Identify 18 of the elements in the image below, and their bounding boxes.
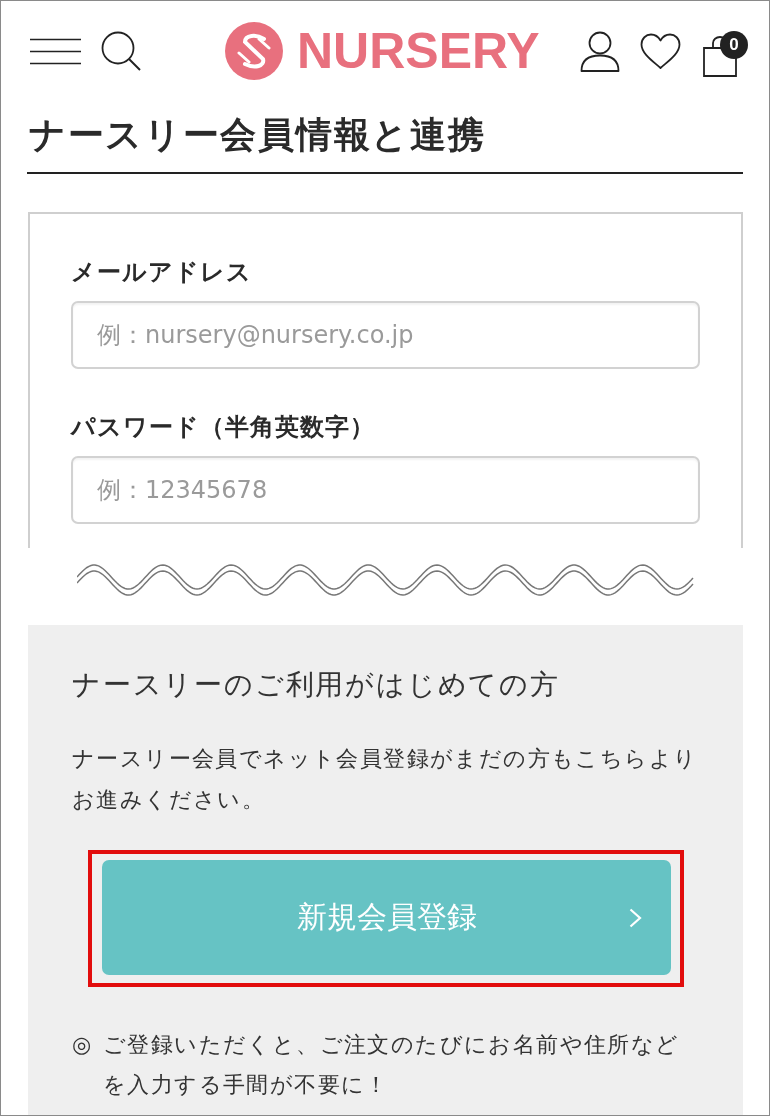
heart-icon[interactable] (640, 32, 681, 70)
logo-text[interactable]: NURSERY (297, 23, 540, 79)
logo-icon[interactable] (225, 22, 283, 80)
field-label: パスワード（半角英数字） (71, 412, 376, 443)
bullet-mark: ◎ (72, 1031, 93, 1059)
search-icon[interactable] (101, 31, 141, 71)
description-text: ナースリー会員でネット会員登録がまだの方もこちらよりお進みください。 (72, 745, 699, 814)
chevron-right-icon (629, 907, 642, 928)
note-text: ご登録いただくと、ご注文のたびにお名前や住所などを入力する手間が不要に！ (103, 1031, 681, 1099)
menu-icon[interactable] (30, 37, 81, 65)
input-field[interactable]: 例：nursery@nursery.co.jp (71, 301, 700, 369)
field-label: メールアドレス (71, 257, 253, 288)
page-title: ナースリー会員情報と連携 (27, 101, 743, 174)
input-field[interactable]: 例：12345678 (71, 456, 700, 524)
user-icon[interactable] (580, 30, 620, 72)
cart-count-badge: 0 (720, 30, 748, 59)
register-button[interactable]: 新規会員登録 (102, 860, 671, 975)
section-heading: ナースリーのご利用がはじめての方 (72, 667, 561, 703)
